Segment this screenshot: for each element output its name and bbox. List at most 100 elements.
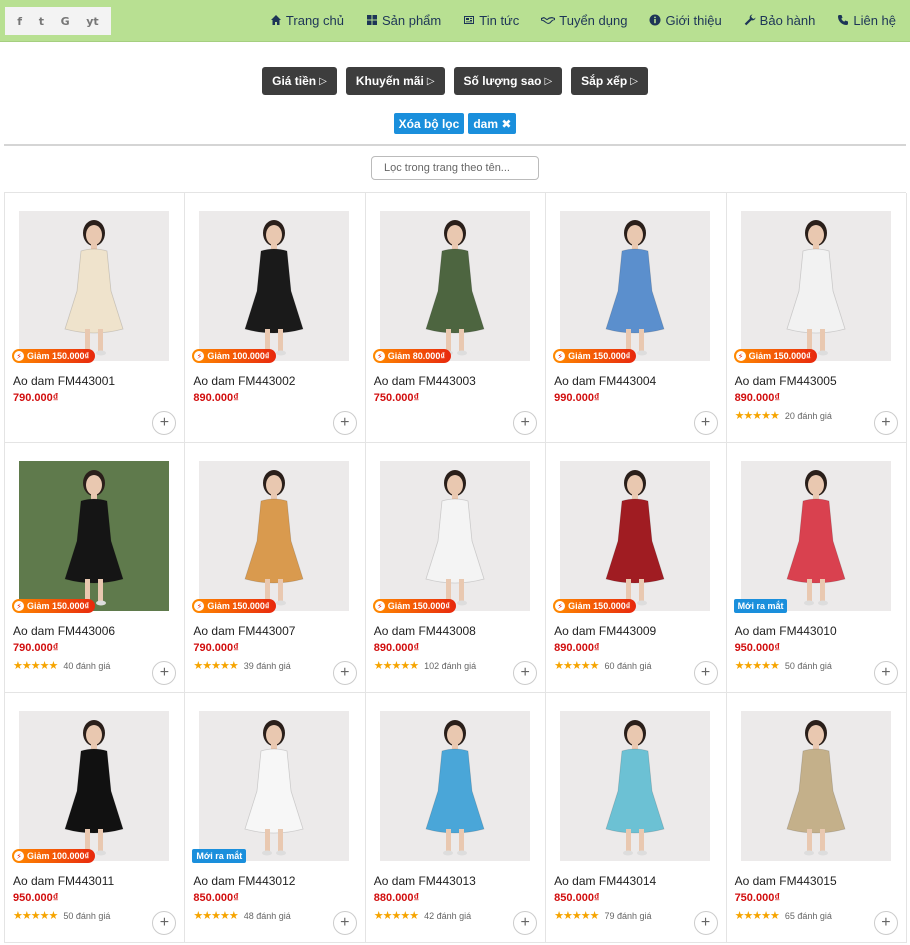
filter-bar: Giá tiền ▷ Khuyến mãi ▷ Số lượng sao ▷ Sắp … <box>0 67 910 95</box>
product-card[interactable]: Ao dam FM443014 850.000₫ ★★★★★ 79 đánh giá + <box>546 693 727 943</box>
nav-item-contact[interactable]: Liên hệ <box>837 13 896 28</box>
search-input[interactable]: Lọc trong trang theo tên... <box>371 156 539 180</box>
add-to-cart-button[interactable]: + <box>332 411 357 435</box>
model-figure <box>64 720 124 856</box>
filter-price-button[interactable]: Giá tiền ▷ <box>262 67 337 95</box>
product-image[interactable] <box>560 211 711 361</box>
add-to-cart-button[interactable]: + <box>873 411 898 435</box>
nav-item-recruitment[interactable]: Tuyển dụng <box>541 13 627 28</box>
add-to-cart-button[interactable]: + <box>152 911 177 935</box>
product-image[interactable] <box>19 211 169 361</box>
product-name[interactable]: Ao dam FM443011 <box>13 874 114 888</box>
product-image[interactable] <box>740 711 891 861</box>
product-card[interactable]: Mới ra mắt Ao dam FM443010 950.000₫ ★★★★★ 50… <box>726 443 907 693</box>
product-card[interactable]: ⚡ Giảm 80.000₫ Ao dam FM443003 750.000₫ + <box>365 193 547 443</box>
product-price: 750.000₫ <box>734 892 780 904</box>
product-image[interactable] <box>199 711 350 861</box>
product-name[interactable]: Ao dam FM443002 <box>193 374 295 388</box>
add-to-cart-button[interactable]: + <box>332 661 357 685</box>
product-image[interactable] <box>19 461 169 611</box>
product-card[interactable]: ⚡ Giảm 150.000₫ Ao dam FM443007 790.000₫ ★★★… <box>185 443 366 693</box>
product-name[interactable]: Ao dam FM443014 <box>554 874 656 888</box>
product-image[interactable] <box>19 711 169 861</box>
product-name[interactable]: Ao dam FM443007 <box>193 624 295 638</box>
product-name[interactable]: Ao dam FM443015 <box>735 874 837 888</box>
add-to-cart-button[interactable]: + <box>152 411 177 435</box>
youtube-icon[interactable]: yt <box>86 15 98 28</box>
product-name[interactable]: Ao dam FM443001 <box>13 374 115 388</box>
sort-button[interactable]: Sắp xếp ▷ <box>571 67 648 95</box>
product-price: 950.000₫ <box>13 892 59 904</box>
product-name[interactable]: Ao dam FM443004 <box>554 374 656 388</box>
product-rating: ★★★★★ 102 đánh giá <box>374 659 476 672</box>
product-image[interactable] <box>379 711 530 861</box>
add-to-cart-button[interactable]: + <box>513 661 538 685</box>
product-image[interactable] <box>199 461 350 611</box>
product-name[interactable]: Ao dam FM443008 <box>374 624 476 638</box>
add-to-cart-button[interactable]: + <box>693 661 718 685</box>
badge-text: Mới ra mắt <box>196 851 243 861</box>
add-to-cart-button[interactable]: + <box>873 911 898 935</box>
product-rating: ★★★★★ 40 đánh giá <box>13 659 110 672</box>
discount-badge: ⚡ Giảm 150.000₫ <box>12 599 96 613</box>
nav-item-products[interactable]: Sản phẩm <box>366 13 441 28</box>
badge-text: Giảm 100.000₫ <box>207 351 270 361</box>
facebook-icon[interactable]: f <box>17 15 22 28</box>
nav-item-about[interactable]: Giới thiệu <box>649 12 722 28</box>
product-image[interactable] <box>740 211 891 361</box>
product-name[interactable]: Ao dam FM443012 <box>193 874 295 888</box>
product-name[interactable]: Ao dam FM443006 <box>13 624 115 638</box>
product-image[interactable] <box>379 461 530 611</box>
product-card[interactable]: ⚡ Giảm 150.000₫ Ao dam FM443004 990.000₫ + <box>546 193 727 443</box>
nav-label: Tin tức <box>479 12 520 28</box>
nav-item-warranty[interactable]: Bảo hành <box>744 13 815 28</box>
add-to-cart-button[interactable]: + <box>152 661 177 685</box>
add-to-cart-button[interactable]: + <box>693 911 718 935</box>
google-icon[interactable]: G <box>61 15 70 28</box>
twitter-icon[interactable]: t <box>39 15 44 28</box>
product-name[interactable]: Ao dam FM443013 <box>374 874 476 888</box>
nav-item-home[interactable]: Trang chủ <box>270 13 344 28</box>
add-to-cart-button[interactable]: + <box>513 411 538 435</box>
product-image[interactable] <box>199 211 350 361</box>
product-name[interactable]: Ao dam FM443003 <box>374 374 476 388</box>
product-name[interactable]: Ao dam FM443009 <box>554 624 656 638</box>
product-name[interactable]: Ao dam FM443010 <box>735 624 837 638</box>
product-price: 790.000₫ <box>13 392 59 404</box>
add-to-cart-button[interactable]: + <box>873 661 898 685</box>
product-image[interactable] <box>740 461 891 611</box>
product-image[interactable] <box>560 711 711 861</box>
filter-tag-dam[interactable]: dam ✖ <box>468 113 517 134</box>
clear-filters-button[interactable]: Xóa bộ lọc <box>393 113 465 134</box>
product-card[interactable]: ⚡ Giảm 150.000₫ Ao dam FM443005 890.000₫ ★★★… <box>726 193 907 443</box>
product-image[interactable] <box>379 211 530 361</box>
filter-stars-button[interactable]: Số lượng sao ▷ <box>453 67 563 95</box>
add-to-cart-button[interactable]: + <box>332 911 357 935</box>
product-card[interactable]: Ao dam FM443015 750.000₫ ★★★★★ 65 đánh giá + <box>726 693 907 943</box>
lightning-icon: ⚡ <box>194 351 205 361</box>
product-card[interactable]: ⚡ Giảm 150.000₫ Ao dam FM443009 890.000₫ ★★★… <box>546 443 727 693</box>
product-name[interactable]: Ao dam FM443005 <box>735 374 837 388</box>
model-figure <box>605 220 665 356</box>
product-rating: ★★★★★ 39 đánh giá <box>193 659 290 672</box>
product-card[interactable]: ⚡ Giảm 150.000₫ Ao dam FM443006 790.000₫ ★★★… <box>5 443 186 693</box>
product-price: 850.000₫ <box>193 892 239 904</box>
lightning-icon: ⚡ <box>374 351 385 361</box>
product-price: 950.000₫ <box>734 642 780 654</box>
add-to-cart-button[interactable]: + <box>693 411 718 435</box>
product-card[interactable]: ⚡ Giảm 150.000₫ Ao dam FM443001 790.000₫ + <box>5 193 186 443</box>
star-icon: ★★★★★ <box>734 660 780 672</box>
badge-text: Giảm 150.000₫ <box>27 601 90 611</box>
filter-promotion-button[interactable]: Khuyến mãi ▷ <box>345 67 445 95</box>
info-icon <box>649 14 661 26</box>
product-image[interactable] <box>560 461 711 611</box>
product-card[interactable]: ⚡ Giảm 100.000₫ Ao dam FM443011 950.000₫ ★★★… <box>5 693 186 943</box>
product-card[interactable]: Ao dam FM443013 880.000₫ ★★★★★ 42 đánh giá + <box>365 693 547 943</box>
product-card[interactable]: ⚡ Giảm 150.000₫ Ao dam FM443008 890.000₫ ★★★… <box>365 443 547 693</box>
product-card[interactable]: ⚡ Giảm 100.000₫ Ao dam FM443002 890.000₫ + <box>185 193 366 443</box>
nav-item-news[interactable]: Tin tức <box>463 13 519 28</box>
model-figure <box>244 720 304 856</box>
add-to-cart-button[interactable]: + <box>513 911 538 935</box>
product-card[interactable]: Mới ra mắt Ao dam FM443012 850.000₫ ★★★★★ 48… <box>185 693 366 943</box>
nav-label: Giới thiệu <box>665 12 722 28</box>
